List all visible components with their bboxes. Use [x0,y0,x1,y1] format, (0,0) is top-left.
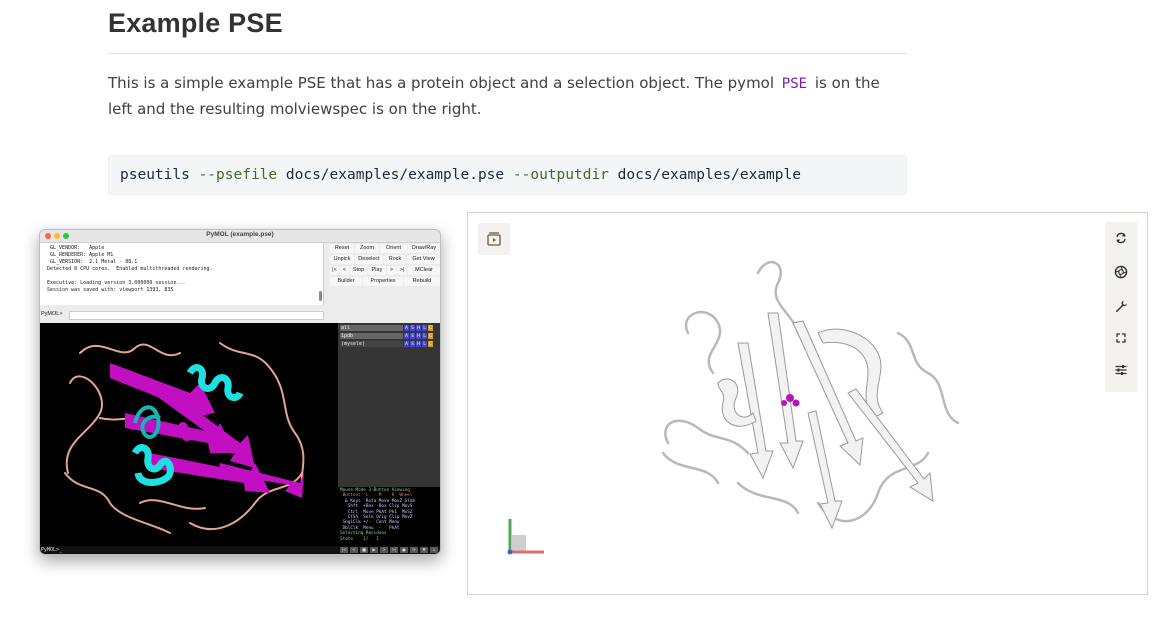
screenshot-icon [1114,265,1128,279]
pymol-console: GL_VENDOR: Apple GL_RENDERER: Apple M1 G… [40,243,324,305]
object-action-button[interactable]: L [422,341,427,347]
deselect-button[interactable]: Deselect [355,255,383,264]
movie-control-button[interactable]: ▶ [370,547,378,553]
pymol-button-panel: Reset Zoom Orient Draw/Ray Unpick Desele… [326,243,440,323]
properties-button[interactable]: Properties [363,277,403,286]
object-row-1pdb[interactable]: 1pdb [340,333,403,339]
command-name: pseutils [120,167,190,183]
movie-player-controls: |< < ■ ▶ > >| ● ⟳ ▼ ↓ [340,547,438,553]
fullscreen-icon [1116,333,1126,343]
tools-button[interactable] [1105,290,1137,322]
prev-frame-button[interactable]: < [340,266,349,275]
command-option-psefile: --psefile [198,167,278,183]
protein-cartoon-image [64,342,305,534]
rock-button[interactable]: Rock [384,255,406,264]
object-action-button[interactable]: C [428,333,433,339]
object-panel: all 1pdb (mysele) ASHLCASHLCASHLC [338,323,440,487]
stop-button[interactable]: Stop [350,266,367,275]
reset-camera-icon [1116,232,1126,244]
reset-button[interactable]: Reset [330,244,354,253]
get-view-button[interactable]: Get View [407,255,440,264]
pymol-3d-viewer[interactable] [40,323,338,546]
zoom-button[interactable]: Zoom [355,244,379,253]
movie-control-button[interactable]: |< [340,547,348,553]
movie-control-button[interactable]: > [380,547,388,553]
status-prompt: PyMOL>_ [41,547,63,553]
paragraph-text-1: This is a simple example PSE that has a … [108,74,779,92]
command-text: pseutils --psefile docs/examples/example… [109,156,906,195]
object-action-button[interactable]: A [404,333,409,339]
command-prompt-label: PyMOL> [41,311,63,317]
last-frame-button[interactable]: >| [397,266,407,275]
movie-control-button[interactable]: ↓ [430,547,438,553]
window-title: PyMOL (example.pse) [206,231,274,238]
object-action-button[interactable]: C [428,325,433,331]
orient-button[interactable]: Orient [380,244,407,253]
object-action-button[interactable]: S [410,341,415,347]
command-row: PyMOL> [40,310,324,320]
command-code-block[interactable]: pseutils --psefile docs/examples/example… [108,155,907,195]
command-arg-outputdir: docs/examples/example [617,167,801,183]
object-action-button[interactable]: A [404,325,409,331]
title-divider [108,53,907,54]
object-action-button[interactable]: S [410,333,415,339]
object-action-button[interactable]: H [416,325,421,331]
console-output: GL_VENDOR: Apple GL_RENDERER: Apple M1 G… [47,245,213,293]
movie-control-button[interactable]: ▼ [420,547,428,553]
play-button[interactable]: Play [368,266,386,275]
object-action-button[interactable]: H [416,333,421,339]
console-scrollbar[interactable] [319,291,322,301]
builder-button[interactable]: Builder [330,277,362,286]
movie-control-button[interactable]: ⟳ [410,547,418,553]
rebuild-button[interactable]: Rebuild [404,277,440,286]
object-action-button[interactable]: C [428,341,433,347]
object-action-button[interactable]: A [404,341,409,347]
tools-icon [1115,300,1127,313]
inline-code-pse: PSE [781,76,808,92]
movie-control-button[interactable]: ■ [360,547,368,553]
status-bar: PyMOL>_ |< < ■ ▶ > >| ● ⟳ ▼ ↓ [40,546,440,554]
window-titlebar: PyMOL (example.pse) [40,230,440,243]
object-row-mysele[interactable]: (mysele) [340,341,403,347]
molviewspec-viewer[interactable] [467,212,1148,595]
protein-structure-render [661,261,960,530]
settings-button[interactable] [1105,354,1137,386]
next-frame-button[interactable]: > [387,266,396,275]
movie-control-button[interactable]: ● [400,547,408,553]
mouse-mode-line: State 1/ 1 [340,536,379,542]
description-paragraph: This is a simple example PSE that has a … [108,71,907,122]
object-action-button[interactable]: L [422,333,427,339]
pymol-window: PyMOL (example.pse) GL_VENDOR: Apple GL_… [39,229,441,555]
fullscreen-button[interactable] [1105,322,1137,354]
viewer-toolbar [1105,222,1137,392]
object-action-button[interactable]: S [410,325,415,331]
movie-control-button[interactable]: < [350,547,358,553]
movie-control-button[interactable]: >| [390,547,398,553]
snapshot-button[interactable] [478,223,510,255]
page-title: Example PSE [108,8,283,38]
snapshot-icon [487,232,501,246]
command-option-outputdir: --outputdir [512,167,609,183]
command-arg-psefile: docs/examples/example.pse [285,167,505,183]
object-action-button[interactable]: H [416,341,421,347]
unpick-button[interactable]: Unpick [330,255,354,264]
object-action-button[interactable]: L [422,325,427,331]
settings-icon [1115,365,1127,375]
axes-gizmo [507,519,544,555]
mouse-mode-text: Mouse Mode 3-Button Viewing Buttons L M … [338,487,440,542]
mouse-mode-panel: Mouse Mode 3-Button Viewing Buttons L M … [338,487,440,546]
command-input[interactable] [69,311,324,320]
object-row-all[interactable]: all [340,325,403,331]
mclear-button[interactable]: MClear [408,266,440,275]
reset-camera-button[interactable] [1105,222,1137,254]
first-frame-button[interactable]: |< [330,266,339,275]
screenshot-button[interactable] [1105,256,1137,288]
draw-ray-button[interactable]: Draw/Ray [408,244,440,253]
